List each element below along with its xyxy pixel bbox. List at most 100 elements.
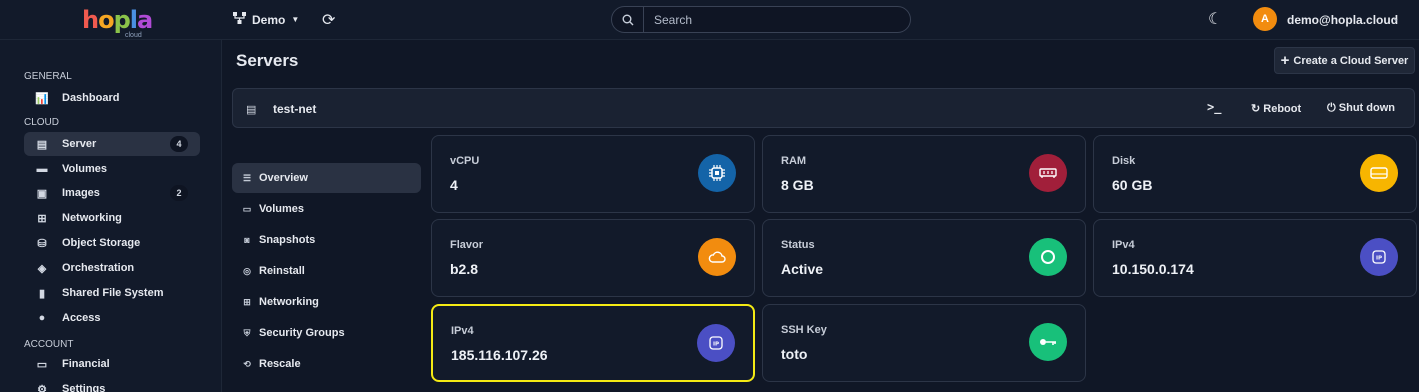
user-email[interactable]: demo@hopla.cloud <box>1287 13 1398 27</box>
card-label: Status <box>781 239 815 251</box>
tab-rescale[interactable]: ⟲ Rescale <box>232 349 421 379</box>
access-icon: ● <box>38 312 46 324</box>
svg-text:IP: IP <box>1376 256 1382 262</box>
sidebar-item-label: Settings <box>62 383 106 392</box>
sidebar-item-server[interactable]: ▤ Server 4 <box>24 132 200 156</box>
volume-icon: ▭ <box>242 203 252 214</box>
rescale-icon: ⟲ <box>243 358 251 369</box>
refresh-icon[interactable]: ⟳ <box>322 10 335 30</box>
card-value: 8 GB <box>781 177 814 193</box>
storage-icon: ⛁ <box>37 237 47 250</box>
nav-section-cloud: CLOUD <box>24 117 60 128</box>
create-cloud-server-button[interactable]: + Create a Cloud Server <box>1274 47 1415 74</box>
logo-subtitle: cloud <box>125 32 142 39</box>
chevron-down-icon[interactable]: ⌄ <box>1392 13 1400 24</box>
disk-icon <box>1360 154 1398 192</box>
card-label: SSH Key <box>781 324 827 336</box>
sidebar-item-networking[interactable]: ⊞ Networking <box>24 206 200 230</box>
list-icon: ☰ <box>242 172 252 183</box>
power-icon: ⏻ <box>1327 102 1336 114</box>
card-label: Disk <box>1112 155 1136 167</box>
shutdown-label: Shut down <box>1338 102 1395 114</box>
nav-section-general: GENERAL <box>24 71 72 82</box>
sidebar-item-financial[interactable]: ▭ Financial <box>24 352 200 376</box>
sidebar-item-images[interactable]: ▣ Images 2 <box>24 181 200 205</box>
logo[interactable]: hopla <box>82 8 153 32</box>
sidebar-item-label: Images <box>62 187 100 199</box>
nav-section-account: ACCOUNT <box>24 339 74 350</box>
card-value: 4 <box>450 177 458 193</box>
sidebar-item-orchestration[interactable]: ◈ Orchestration <box>24 256 200 280</box>
sidebar-item-label: Access <box>62 312 101 324</box>
tab-networking[interactable]: ⊞ Networking <box>232 287 421 317</box>
server-icon: ▤ <box>246 104 257 116</box>
tab-label: Security Groups <box>259 327 345 339</box>
status-icon <box>1029 238 1067 276</box>
sidebar-item-label: Financial <box>62 358 110 370</box>
card-label: IPv4 <box>1112 239 1135 251</box>
tab-label: Rescale <box>259 358 301 370</box>
reboot-icon: ↻ <box>1251 103 1261 115</box>
sidebar-item-access[interactable]: ● Access <box>24 306 200 330</box>
sidebar-item-label: Networking <box>62 212 122 224</box>
sidebar-item-settings[interactable]: ⚙ Settings <box>24 377 200 392</box>
server-count-badge: 4 <box>170 136 188 152</box>
wallet-icon: ▭ <box>36 358 48 371</box>
sidebar-item-label: Dashboard <box>62 92 120 104</box>
sidebar-item-label: Object Storage <box>62 237 141 249</box>
card-label: IPv4 <box>451 325 474 337</box>
sidebar-item-label: Shared File System <box>62 287 164 299</box>
file-icon: ▮ <box>38 287 46 300</box>
search-box[interactable] <box>611 6 911 33</box>
tab-reinstall[interactable]: ◎ Reinstall <box>232 256 421 286</box>
tab-label: Networking <box>259 296 319 308</box>
card-label: Flavor <box>450 239 484 251</box>
ip-icon: IP <box>1360 238 1398 276</box>
sidebar-item-label: Orchestration <box>62 262 135 274</box>
moon-icon[interactable]: ☾ <box>1208 9 1222 29</box>
tab-label: Overview <box>259 172 308 184</box>
chart-icon: 📊 <box>35 92 49 105</box>
reboot-button[interactable]: ↻ Reboot <box>1251 102 1301 115</box>
ipv4-public-card: IPv4 185.116.107.26 IP <box>431 304 755 382</box>
card-label: RAM <box>781 155 807 167</box>
sidebar-item-volumes[interactable]: ▬ Volumes <box>24 157 200 181</box>
tab-label: Reinstall <box>259 265 305 277</box>
plus-icon: + <box>1280 51 1290 69</box>
avatar[interactable]: A <box>1253 7 1277 31</box>
shutdown-button[interactable]: ⏻ Shut down <box>1327 102 1395 115</box>
sidebar-item-shared-fs[interactable]: ▮ Shared File System <box>24 281 200 305</box>
create-button-label: Create a Cloud Server <box>1293 54 1409 67</box>
flavor-card: Flavor b2.8 <box>431 219 755 297</box>
layers-icon: ◈ <box>37 262 47 275</box>
chevron-down-icon: ▼ <box>291 15 300 24</box>
reboot-label: Reboot <box>1263 103 1302 115</box>
sidebar-item-dashboard[interactable]: 📊 Dashboard <box>24 86 200 110</box>
sidebar-item-label: Server <box>62 138 97 150</box>
top-bar: hopla cloud Demo ▼ ⟳ ☾ A demo@hopla.clou… <box>0 0 1419 40</box>
sidebar-item-object-storage[interactable]: ⛁ Object Storage <box>24 231 200 255</box>
tab-overview[interactable]: ☰ Overview <box>232 163 421 193</box>
sidebar-item-label: Volumes <box>62 163 108 175</box>
tab-security-groups[interactable]: ⛨ Security Groups <box>232 318 421 348</box>
gear-icon: ⚙ <box>37 383 47 392</box>
tab-snapshots[interactable]: ◙ Snapshots <box>232 225 421 255</box>
memory-icon <box>1029 154 1067 192</box>
server-name: test-net <box>273 102 317 116</box>
svg-text:IP: IP <box>713 342 719 348</box>
tab-volumes[interactable]: ▭ Volumes <box>232 194 421 224</box>
server-icon: ▤ <box>36 138 48 151</box>
page-title: Servers <box>236 51 299 70</box>
ip-icon: IP <box>697 324 735 362</box>
network-icon: ⊞ <box>37 212 47 225</box>
terminal-icon[interactable]: >_ <box>1207 100 1221 114</box>
disk-card: Disk 60 GB <box>1093 135 1417 213</box>
card-value: 60 GB <box>1112 177 1153 193</box>
ram-card: RAM 8 GB <box>762 135 1086 213</box>
ipv4-private-card: IPv4 10.150.0.174 IP <box>1093 219 1417 297</box>
project-selector[interactable]: Demo ▼ <box>233 12 299 27</box>
cpu-icon <box>698 154 736 192</box>
search-input[interactable] <box>644 12 894 27</box>
status-card: Status Active <box>762 219 1086 297</box>
search-icon <box>612 7 644 32</box>
